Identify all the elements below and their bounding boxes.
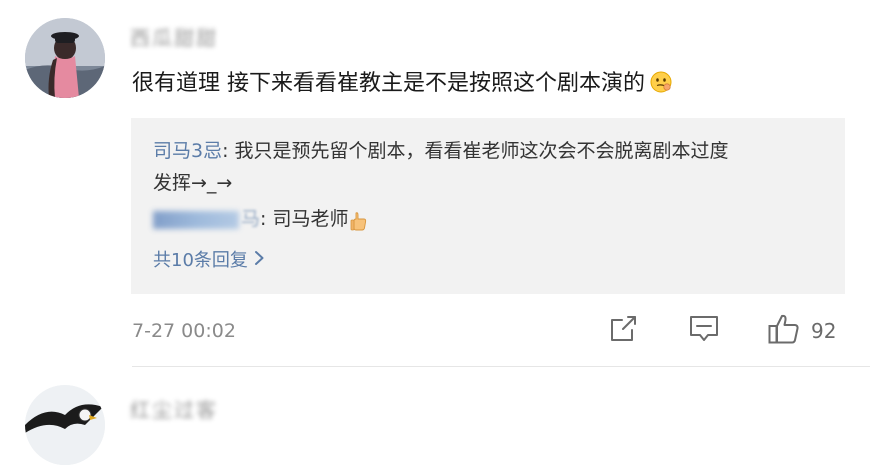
like-count: 92 [811,319,837,343]
thinking-face-icon [649,70,673,94]
comment-timestamp: 7-27 00:02 [132,320,236,342]
reply-item: 司马3忌: 我只是预先留个剧本，看看崔老师这次会不会脱离剧本过度 [153,136,729,166]
reply-author-link[interactable]: 司马3忌 [153,140,222,162]
username[interactable]: 红尘过客 [130,394,218,423]
share-icon [608,314,638,348]
comment-text: 很有道理 接下来看看崔教主是不是按照这个剧本演的 [132,71,645,96]
comment-button[interactable] [688,312,720,350]
avatar-image [25,18,105,98]
reply-author-blurred[interactable] [153,210,239,229]
reply-continuation: 发挥→_→ [153,168,232,198]
divider [132,366,870,367]
comment-icon [688,314,720,348]
more-replies-label: 共10条回复 [153,250,248,271]
reply-item: 马: 司马老师 [153,204,368,234]
avatar[interactable] [25,385,105,465]
avatar-image [25,385,105,465]
avatar[interactable] [25,18,105,98]
share-button[interactable] [608,312,638,350]
username[interactable]: 西瓜甜甜 [130,22,218,50]
comment-body: 很有道理 接下来看看崔教主是不是按照这个剧本演的 [132,66,673,102]
reply-preview-box[interactable]: 司马3忌: 我只是预先留个剧本，看看崔老师这次会不会脱离剧本过度 发挥→_→ 马… [131,118,845,294]
reply-text-continuation: 发挥→_→ [153,172,233,194]
like-button[interactable]: 92 [767,312,836,350]
like-icon [767,313,801,349]
thumbs-up-icon [350,210,368,230]
reply-text: : 司马老师 [260,208,349,230]
more-replies-link[interactable]: 共10条回复 [153,246,265,276]
reply-text: : 我只是预先留个剧本，看看崔老师这次会不会脱离剧本过度 [222,140,729,162]
reply-author-suffix[interactable]: 马 [241,208,260,230]
chevron-right-icon [254,246,265,276]
